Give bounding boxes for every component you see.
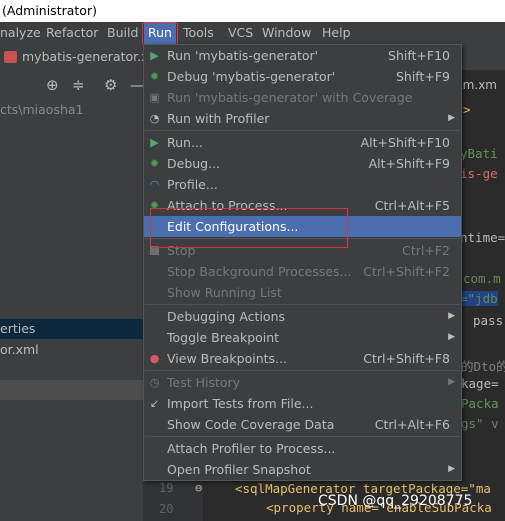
menu-build[interactable]: Build — [107, 22, 138, 44]
code-fragment: ="jdb — [460, 291, 498, 306]
line-number: 20 — [159, 502, 174, 516]
submenu-arrow-icon: ▶ — [448, 332, 455, 342]
file-tab[interactable]: mybatis-generator.xml — [0, 44, 164, 70]
project-path[interactable]: cts\miaosha1 — [0, 100, 143, 120]
menu-item-toggle-breakpoint[interactable]: Toggle Breakpoint ▶ — [144, 327, 461, 348]
watermark: CSDN @qq_29208775 — [318, 493, 473, 509]
breakpoints-icon: ● — [149, 352, 160, 365]
menu-item-run[interactable]: ▶ Run... Alt+Shift+F10 — [144, 132, 461, 153]
menu-item-view-breakpoints[interactable]: ● View Breakpoints... Ctrl+Shift+F8 — [144, 348, 461, 369]
menu-item-attach-process[interactable]: ✹ Attach to Process... Ctrl+Alt+F5 — [144, 195, 461, 216]
code-fragment: > — [463, 102, 471, 117]
submenu-arrow-icon: ▶ — [448, 464, 455, 474]
menu-item-run-config[interactable]: ▶ Run 'mybatis-generator' Shift+F10 — [144, 45, 461, 66]
menu-help[interactable]: Help — [322, 22, 351, 44]
editor-gutter: 19 20 ⊖ — [143, 478, 203, 521]
menu-item-show-running-list[interactable]: Show Running List — [144, 282, 461, 303]
menu-separator — [145, 436, 460, 437]
stop-icon — [150, 246, 159, 255]
submenu-arrow-icon: ▶ — [448, 311, 455, 321]
menu-item-attach-profiler[interactable]: Attach Profiler to Process... — [144, 438, 461, 459]
window-title: (Administrator) — [0, 0, 505, 22]
profile-icon: ◠ — [149, 178, 160, 191]
submenu-arrow-icon: ▶ — [448, 113, 455, 123]
menu-item-run-coverage[interactable]: ▣ Run 'mybatis-generator' with Coverage — [144, 87, 461, 108]
menu-separator — [145, 130, 460, 131]
attach-icon: ✹ — [149, 199, 160, 212]
project-toolbar: ⊕ ≑ ⚙ — — [0, 70, 150, 100]
code-fragment: gs" v — [461, 416, 499, 431]
debug-icon: ✹ — [149, 70, 160, 83]
gear-icon[interactable]: ⚙ — [104, 76, 117, 94]
menu-item-edit-configurations[interactable]: Edit Configurations... — [144, 216, 461, 237]
menu-refactor[interactable]: Refactor — [46, 22, 98, 44]
menu-item-debug[interactable]: ✹ Debug... Alt+Shift+F9 — [144, 153, 461, 174]
menu-window[interactable]: Window — [262, 22, 311, 44]
menu-item-run-profiler[interactable]: ◔ Run with Profiler ▶ — [144, 108, 461, 129]
code-fragment: 的Dto的 — [461, 359, 505, 374]
menu-separator — [145, 370, 460, 371]
menu-item-stop[interactable]: Stop Ctrl+F2 — [144, 240, 461, 261]
coverage-icon: ▣ — [149, 91, 160, 104]
line-number: 19 — [159, 481, 174, 495]
run-icon: ▶ — [150, 49, 159, 62]
menu-item-show-coverage[interactable]: Show Code Coverage Data Ctrl+Alt+F6 — [144, 414, 461, 435]
menu-bar: nalyze Refactor Build Run Tools VCS Wind… — [0, 22, 505, 44]
tree-item-properties[interactable]: erties — [0, 319, 143, 339]
code-fragment: pass — [473, 313, 504, 328]
run-menu-dropdown: ▶ Run 'mybatis-generator' Shift+F10 ✹ De… — [143, 44, 462, 481]
menu-tools[interactable]: Tools — [183, 22, 214, 44]
import-icon: ↙ — [149, 397, 160, 410]
code-fragment: Packa — [461, 396, 499, 411]
menu-item-import-tests[interactable]: ↙ Import Tests from File... — [144, 393, 461, 414]
submenu-arrow-icon: ▶ — [448, 377, 455, 387]
history-icon: ◷ — [149, 376, 160, 389]
project-tree: cts\miaosha1 erties or.xml — [0, 100, 143, 521]
code-fragment: kage= — [461, 376, 499, 391]
menu-item-open-snapshot[interactable]: Open Profiler Snapshot ▶ — [144, 459, 461, 480]
fold-icon[interactable]: ⊖ — [195, 481, 202, 495]
menu-item-debug-config[interactable]: ✹ Debug 'mybatis-generator' Shift+F9 — [144, 66, 461, 87]
code-fragment: is-ge — [460, 166, 498, 181]
tree-item-xml[interactable]: or.xml — [0, 340, 143, 360]
menu-separator — [145, 238, 460, 239]
collapse-icon[interactable]: ≑ — [72, 76, 85, 94]
menu-item-profile[interactable]: ◠ Profile... — [144, 174, 461, 195]
menu-vcs[interactable]: VCS — [228, 22, 253, 44]
code-fragment: ntime= — [460, 230, 505, 245]
run-icon: ▶ — [150, 136, 159, 149]
menu-item-debugging-actions[interactable]: Debugging Actions ▶ — [144, 306, 461, 327]
menu-separator — [145, 304, 460, 305]
menu-run[interactable]: Run — [144, 22, 176, 44]
code-fragment: yBati — [460, 146, 498, 161]
target-icon[interactable]: ⊕ — [46, 76, 59, 94]
profiler-icon: ◔ — [149, 112, 160, 125]
debug-icon: ✹ — [149, 157, 160, 170]
menu-analyze[interactable]: nalyze — [0, 22, 41, 44]
code-fragment: com.m — [463, 271, 501, 286]
menu-item-test-history[interactable]: ◷ Test History ▶ — [144, 372, 461, 393]
xml-file-icon — [4, 51, 17, 63]
tree-item-selected[interactable] — [0, 380, 143, 400]
menu-item-stop-background[interactable]: Stop Background Processes... Ctrl+Shift+… — [144, 261, 461, 282]
